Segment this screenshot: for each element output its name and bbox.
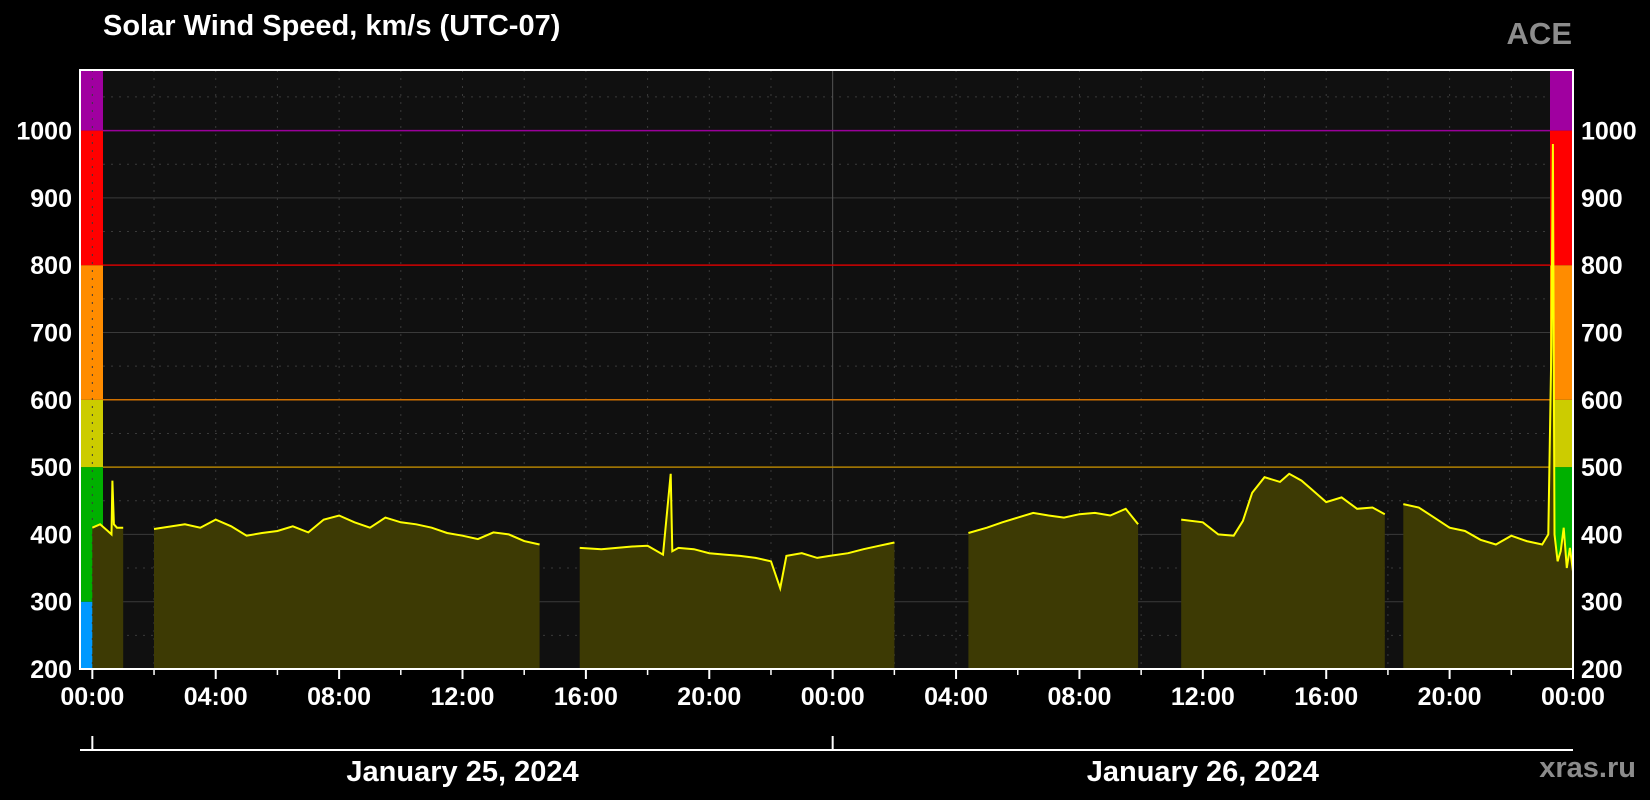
- date-label: January 25, 2024: [346, 756, 578, 788]
- y-tick-label-left: 200: [30, 656, 72, 684]
- date-axis: January 25, 2024 January 26, 2024: [91, 736, 1319, 788]
- y-tick-label-left: 400: [30, 521, 72, 549]
- x-tick-label: 04:00: [184, 683, 248, 711]
- x-tick-label: 04:00: [924, 683, 988, 711]
- color-band-left: [80, 265, 103, 400]
- y-tick-label-left: 800: [30, 252, 72, 280]
- x-tick-label: 20:00: [677, 683, 741, 711]
- y-tick-label-right: 900: [1581, 185, 1623, 213]
- y-tick-label-left: 900: [30, 185, 72, 213]
- date-label: January 26, 2024: [1087, 756, 1319, 788]
- y-tick-label-right: 700: [1581, 319, 1623, 347]
- y-tick-label-right: 300: [1581, 589, 1623, 617]
- y-axis-left: 200 300 400 500 600 700 800 900 1000: [16, 118, 72, 684]
- x-tick-label: 08:00: [1047, 683, 1111, 711]
- color-band-left: [80, 130, 103, 266]
- x-tick-label: 20:00: [1418, 683, 1482, 711]
- x-axis: 00:00 04:00 08:00 12:00 16:00 20:00 00:00 04:00…: [60, 669, 1605, 711]
- y-tick-label-right: 500: [1581, 454, 1623, 482]
- y-tick-label-left: 500: [30, 454, 72, 482]
- y-tick-label-left: 1000: [16, 118, 72, 146]
- y-tick-label-left: 300: [30, 589, 72, 617]
- speed-area-segment: [968, 508, 1139, 669]
- speed-area-segment: [154, 515, 540, 669]
- x-tick-label: 08:00: [307, 683, 371, 711]
- y-tick-label-right: 600: [1581, 387, 1623, 415]
- y-tick-label-right: 1000: [1581, 118, 1637, 146]
- y-tick-label-left: 600: [30, 387, 72, 415]
- color-band-left: [80, 399, 103, 468]
- x-tick-label: 16:00: [554, 683, 618, 711]
- x-tick-label: 00:00: [60, 683, 124, 711]
- y-tick-label-left: 700: [30, 319, 72, 347]
- color-band-left: [80, 70, 103, 131]
- color-band-right: [1550, 70, 1573, 131]
- y-tick-label-right: 200: [1581, 656, 1623, 684]
- y-tick-label-right: 800: [1581, 252, 1623, 280]
- y-tick-label-right: 400: [1581, 521, 1623, 549]
- solar-wind-chart: 200 300 400 500 600 700 800 900 1000 200 300 400 50…: [16, 69, 1637, 788]
- y-axis-right: 200 300 400 500 600 700 800 900 1000: [1581, 118, 1637, 684]
- x-tick-label: 12:00: [1171, 683, 1235, 711]
- x-tick-label: 00:00: [801, 683, 865, 711]
- x-tick-label: 16:00: [1294, 683, 1358, 711]
- x-tick-label: 12:00: [431, 683, 495, 711]
- x-tick-label: 00:00: [1541, 683, 1605, 711]
